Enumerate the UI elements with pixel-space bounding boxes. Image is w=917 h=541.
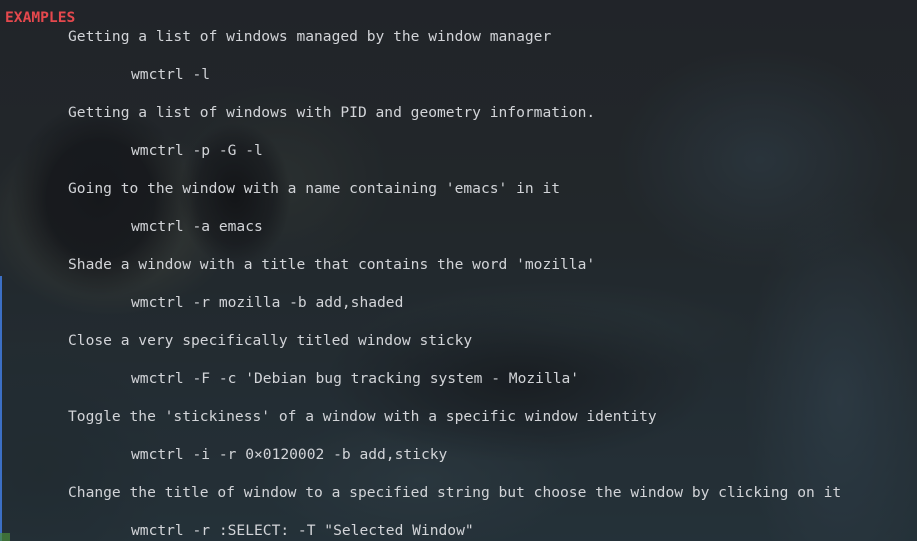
example-description: Close a very specifically titled window … (68, 332, 473, 349)
example-command: wmctrl -p -G -l (131, 142, 263, 159)
example-command: wmctrl -F -c 'Debian bug tracking system… (131, 370, 580, 387)
example-description: Toggle the 'stickiness' of a window with… (68, 408, 657, 425)
example-command: wmctrl -r mozilla -b add,shaded (131, 294, 404, 311)
example-command: wmctrl -i -r 0×0120002 -b add,sticky (131, 446, 448, 463)
example-description: Getting a list of windows with PID and g… (68, 104, 596, 121)
example-command: wmctrl -l (131, 66, 211, 83)
example-description: Going to the window with a name containi… (68, 180, 561, 197)
terminal-window[interactable]: EXAMPLES Getting a list of windows manag… (0, 0, 917, 541)
example-description: Shade a window with a title that contain… (68, 256, 596, 273)
example-command: wmctrl -r :SELECT: -T "Selected Window" (131, 522, 474, 539)
section-heading-examples: EXAMPLES (5, 9, 76, 26)
example-description: Change the title of window to a specifie… (68, 484, 842, 501)
example-command: wmctrl -a emacs (131, 218, 263, 235)
man-page-content: EXAMPLES Getting a list of windows manag… (0, 0, 917, 541)
example-description: Getting a list of windows managed by the… (68, 28, 552, 45)
